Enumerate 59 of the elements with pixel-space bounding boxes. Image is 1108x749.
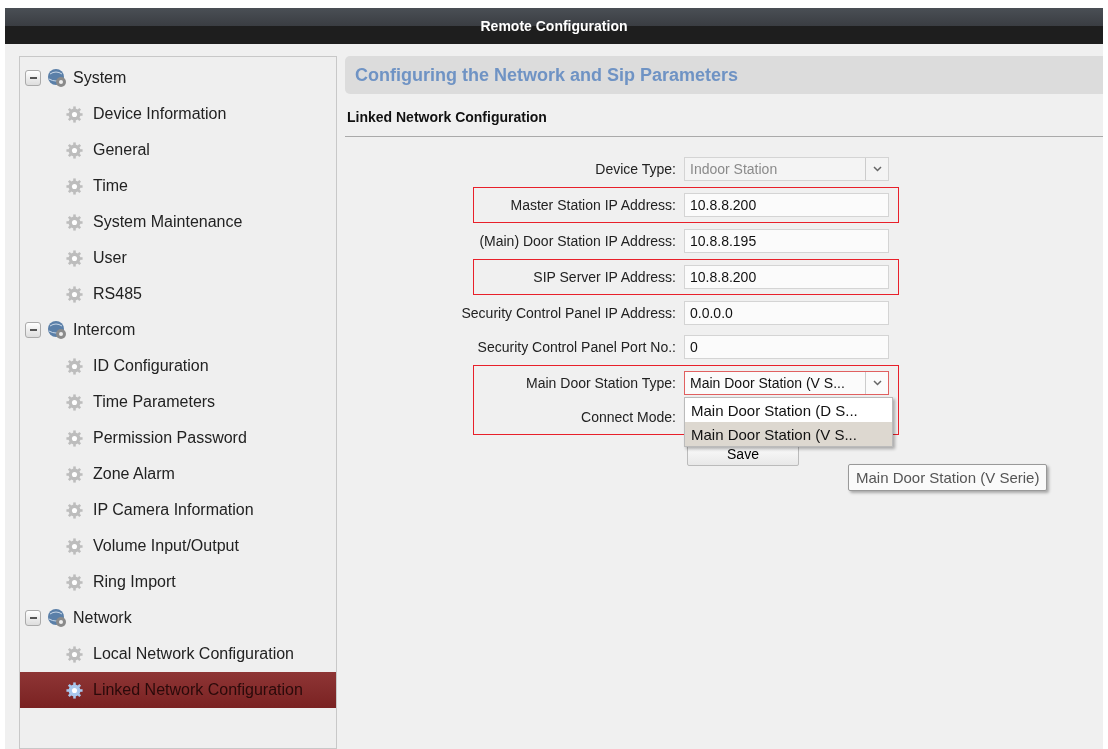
collapse-toggle[interactable] [25, 70, 41, 86]
gear-icon [66, 681, 83, 699]
input-field[interactable]: 10.8.8.195 [684, 229, 889, 253]
field-label: Main Door Station Type: [526, 375, 676, 391]
gear-icon [66, 249, 83, 267]
chevron-down-icon [872, 380, 882, 386]
tooltip: Main Door Station (V Serie) [848, 464, 1048, 491]
gear-icon [66, 465, 83, 483]
dropdown-option[interactable]: Main Door Station (V S... [685, 422, 892, 446]
tree-group[interactable]: Intercom [73, 321, 136, 339]
gear-icon [66, 573, 83, 591]
field-label: (Main) Door Station IP Address: [479, 233, 676, 249]
window-title: Remote Configuration [5, 8, 1103, 44]
tree-item[interactable]: Permission Password [20, 420, 336, 456]
tree-item[interactable]: Time [20, 168, 336, 204]
tree-item[interactable]: Device Information [20, 96, 336, 132]
globe-gear-icon [47, 320, 67, 340]
input-field[interactable]: 0.0.0.0 [684, 301, 889, 325]
tree-item[interactable]: Ring Import [20, 564, 336, 600]
chevron-down-icon [872, 166, 882, 172]
field-label: Connect Mode: [581, 409, 676, 425]
tree-item[interactable]: Zone Alarm [20, 456, 336, 492]
tree-item[interactable]: System Maintenance [20, 204, 336, 240]
tree-item[interactable]: ID Configuration [20, 348, 336, 384]
gear-icon [66, 429, 83, 447]
field-label: SIP Server IP Address: [533, 269, 676, 285]
tree-group[interactable]: Network [73, 609, 132, 627]
field-label: Security Control Panel Port No.: [477, 339, 676, 355]
field-label: Device Type: [595, 161, 676, 177]
gear-icon [66, 141, 83, 159]
gear-icon [66, 645, 83, 663]
field-label: Security Control Panel IP Address: [461, 305, 676, 321]
input-field[interactable]: 0 [684, 335, 889, 359]
field-label: Master Station IP Address: [510, 197, 676, 213]
section-title: Linked Network Configuration [345, 94, 1103, 137]
tree-item[interactable]: IP Camera Information [20, 492, 336, 528]
globe-gear-icon [47, 608, 67, 628]
tree-item[interactable]: Time Parameters [20, 384, 336, 420]
gear-icon [66, 393, 83, 411]
dropdown-option[interactable]: Main Door Station (D S... [685, 398, 892, 422]
tree-item[interactable]: General [20, 132, 336, 168]
gear-icon [66, 105, 83, 123]
collapse-toggle[interactable] [25, 322, 41, 338]
gear-icon [66, 501, 83, 519]
input-field[interactable]: 10.8.8.200 [684, 265, 889, 289]
gear-icon [66, 285, 83, 303]
collapse-toggle[interactable] [25, 610, 41, 626]
globe-gear-icon [47, 68, 67, 88]
gear-icon [66, 177, 83, 195]
tree-group[interactable]: System [73, 69, 127, 87]
input-field[interactable]: 10.8.8.200 [684, 193, 889, 217]
gear-icon [66, 537, 83, 555]
tree-item[interactable]: Volume Input/Output [20, 528, 336, 564]
tree-item[interactable]: Local Network Configuration [20, 636, 336, 672]
page-title: Configuring the Network and Sip Parameters [345, 56, 1103, 94]
gear-icon [66, 213, 83, 231]
gear-icon [66, 357, 83, 375]
tree-item[interactable]: RS485 [20, 276, 336, 312]
tree-item[interactable]: User [20, 240, 336, 276]
